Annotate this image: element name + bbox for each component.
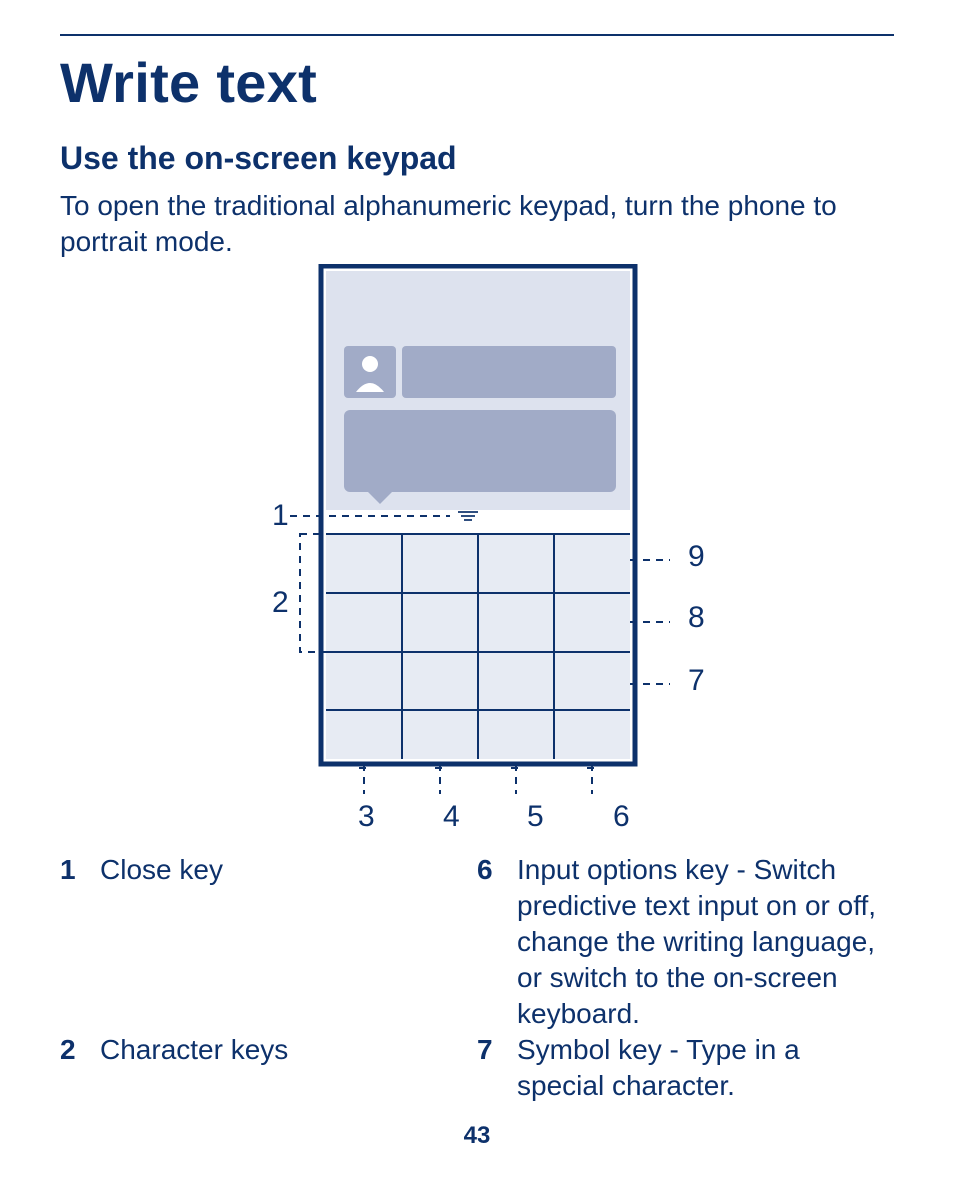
callout-2: 2 bbox=[272, 586, 289, 620]
page-title: Write text bbox=[60, 50, 317, 115]
callout-9: 9 bbox=[688, 540, 705, 574]
callout-6: 6 bbox=[613, 800, 630, 834]
top-rule bbox=[60, 34, 894, 36]
legend-text-6: Input options key - Switch predictive te… bbox=[517, 852, 894, 1032]
callout-7: 7 bbox=[688, 664, 705, 698]
callout-8: 8 bbox=[688, 601, 705, 635]
legend-num-2: 2 bbox=[60, 1032, 100, 1104]
legend: 1 Close key 6 Input options key - Switch… bbox=[60, 852, 894, 1104]
keypad-diagram bbox=[260, 264, 680, 834]
legend-text-2: Character keys bbox=[100, 1032, 477, 1104]
callout-5: 5 bbox=[527, 800, 544, 834]
section-title: Use the on-screen keypad bbox=[60, 140, 457, 177]
legend-num-6: 6 bbox=[477, 852, 517, 1032]
callout-1: 1 bbox=[272, 499, 289, 533]
legend-text-1: Close key bbox=[100, 852, 477, 1032]
legend-text-7: Symbol key - Type in a special character… bbox=[517, 1032, 894, 1104]
page-number: 43 bbox=[0, 1122, 954, 1150]
callout-3: 3 bbox=[358, 800, 375, 834]
callout-4: 4 bbox=[443, 800, 460, 834]
legend-num-1: 1 bbox=[60, 852, 100, 1032]
legend-num-7: 7 bbox=[477, 1032, 517, 1104]
intro-paragraph: To open the traditional alphanumeric key… bbox=[60, 188, 894, 260]
